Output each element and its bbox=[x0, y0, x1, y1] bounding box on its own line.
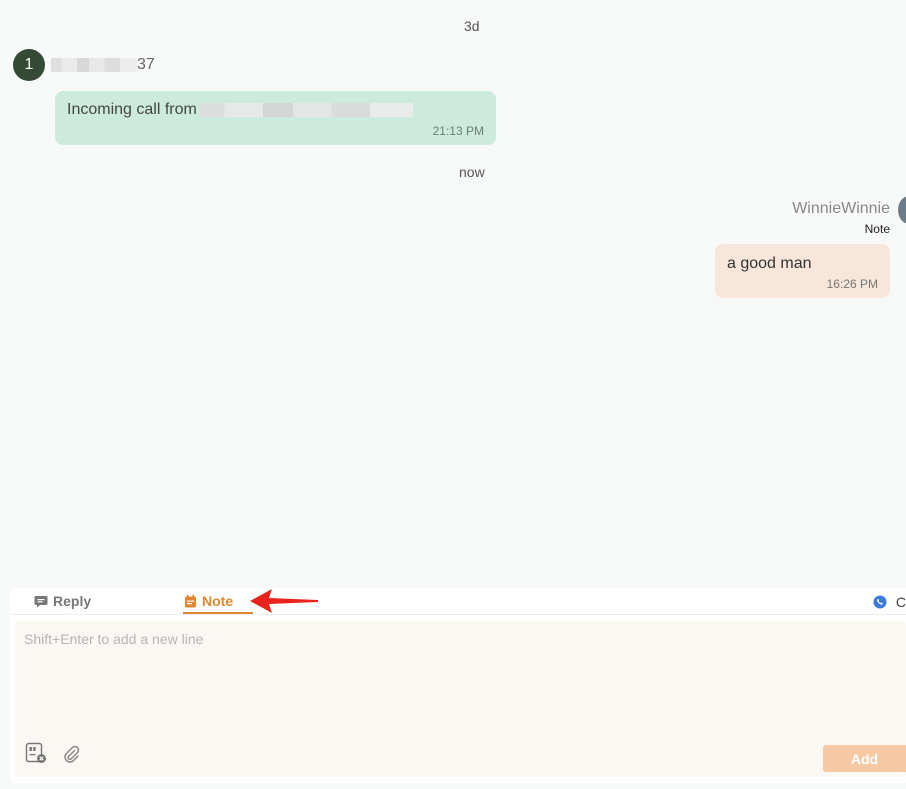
tab-note-label: Note bbox=[202, 593, 234, 609]
time-separator-3d: 3d bbox=[464, 18, 480, 34]
composer-tabs: Reply Note C bbox=[10, 588, 906, 615]
time-separator-now: now bbox=[459, 164, 485, 180]
tab-note[interactable]: Note bbox=[184, 593, 233, 609]
agent-avatar[interactable] bbox=[898, 196, 906, 224]
note-tag: Note bbox=[864, 222, 890, 236]
message-composer: Reply Note C Shift+Enter to add a new li… bbox=[10, 588, 906, 783]
active-tab-indicator bbox=[183, 612, 253, 614]
agent-name: WinnieWinnie bbox=[792, 200, 890, 217]
tab-reply-label: Reply bbox=[53, 593, 92, 609]
incoming-message-bubble: Incoming call from 21:13 PM bbox=[55, 91, 496, 145]
incoming-message-prefix: Incoming call from bbox=[67, 101, 197, 118]
incoming-message-time: 21:13 PM bbox=[432, 124, 484, 138]
channel-selector[interactable]: C bbox=[873, 594, 906, 610]
chat-icon bbox=[34, 595, 48, 607]
incoming-sender: 1 37 bbox=[13, 49, 155, 81]
tab-reply[interactable]: Reply bbox=[34, 593, 91, 609]
paperclip-icon bbox=[64, 745, 80, 763]
note-message-text: a good man bbox=[727, 255, 812, 272]
template-icon bbox=[25, 742, 46, 763]
sender-name: 37 bbox=[51, 56, 155, 74]
incoming-message-text: Incoming call from bbox=[67, 101, 484, 119]
redacted-number bbox=[198, 103, 413, 117]
message-input[interactable] bbox=[24, 631, 624, 647]
add-button[interactable]: Add bbox=[823, 745, 906, 772]
avatar[interactable]: 1 bbox=[13, 49, 45, 81]
channel-label: C bbox=[895, 594, 906, 610]
template-button[interactable] bbox=[25, 742, 47, 769]
sender-name-suffix: 37 bbox=[137, 56, 155, 73]
note-message-time: 16:26 PM bbox=[826, 277, 878, 291]
note-editor: Add bbox=[15, 621, 906, 777]
whatsapp-icon bbox=[873, 595, 887, 609]
redacted-name bbox=[51, 58, 137, 72]
note-message-bubble: a good man 16:26 PM bbox=[715, 244, 890, 298]
notepad-icon bbox=[185, 594, 196, 608]
arrow-annotation bbox=[250, 589, 318, 613]
attach-button[interactable] bbox=[61, 744, 81, 769]
